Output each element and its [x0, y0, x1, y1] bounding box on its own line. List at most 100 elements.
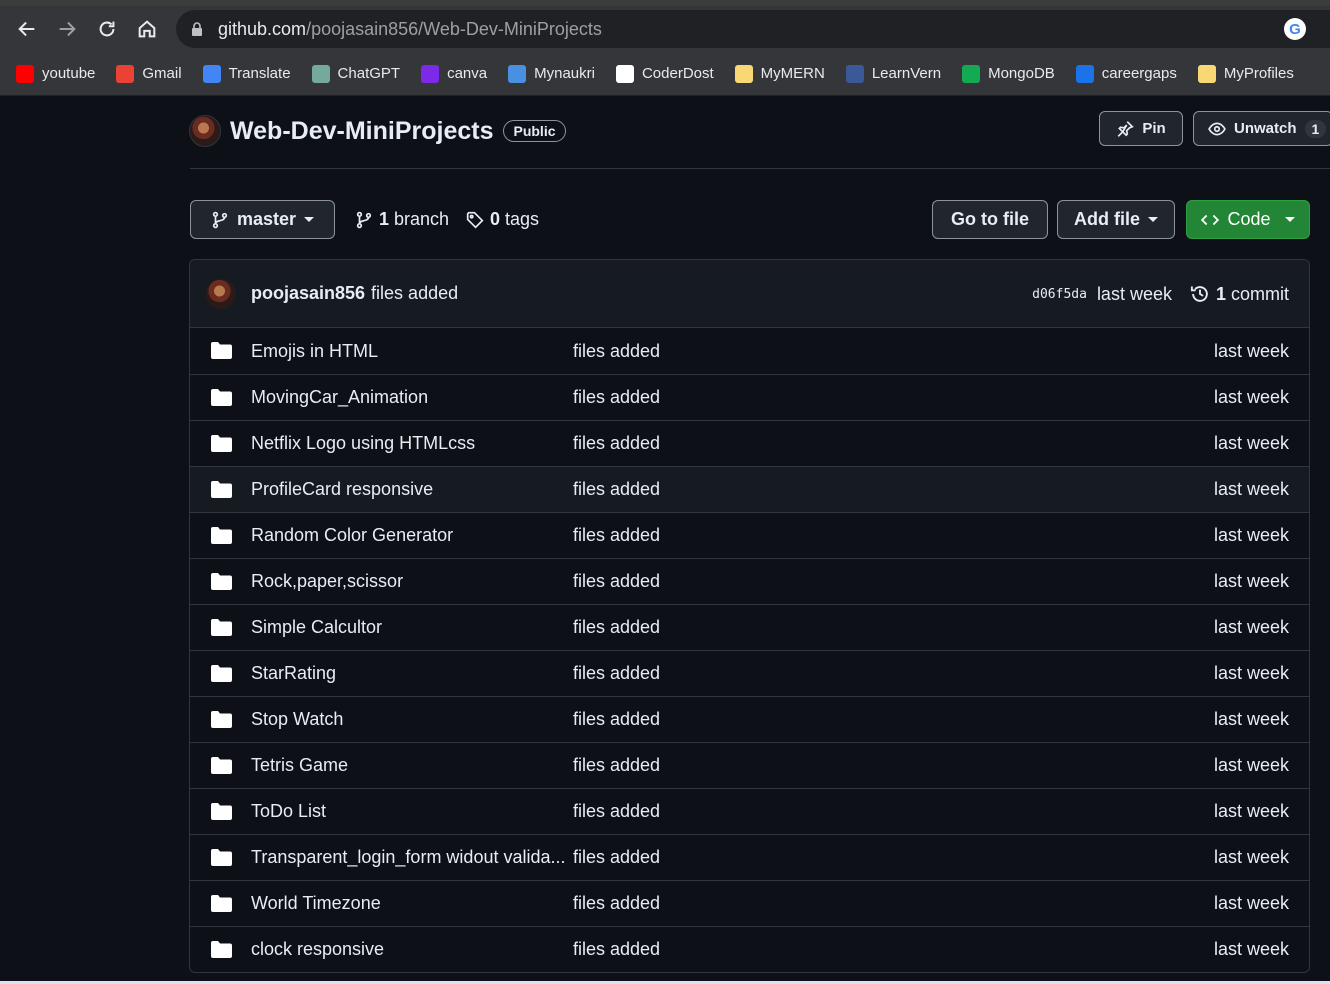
folder-icon [211, 941, 232, 958]
folder-icon [211, 342, 232, 359]
file-name[interactable]: Netflix Logo using HTMLcss [251, 433, 475, 454]
table-row[interactable]: StarRating files added last week [190, 650, 1309, 696]
address-bar[interactable]: github.com/poojasain856/Web-Dev-MiniProj… [176, 10, 1330, 48]
file-name[interactable]: StarRating [251, 663, 336, 684]
bookmark-canva[interactable]: canva [421, 64, 487, 83]
file-commit-message[interactable]: files added [573, 525, 660, 546]
table-row[interactable]: MovingCar_Animation files added last week [190, 374, 1309, 420]
file-name[interactable]: MovingCar_Animation [251, 387, 428, 408]
commit-sha[interactable]: d06f5da [1032, 287, 1087, 302]
reload-icon [99, 21, 115, 37]
google-icon[interactable]: G [1284, 18, 1306, 40]
go-to-file-button[interactable]: Go to file [932, 200, 1048, 239]
bookmark-myprofiles[interactable]: MyProfiles [1197, 64, 1294, 83]
avatar[interactable] [189, 115, 221, 147]
commit-history-link[interactable]: 1 commit [1190, 284, 1289, 305]
canva-icon [421, 64, 440, 83]
file-commit-message[interactable]: files added [573, 479, 660, 500]
branch-label: branch [394, 209, 450, 229]
file-commit-message[interactable]: files added [573, 801, 660, 822]
file-commit-message[interactable]: files added [573, 341, 660, 362]
header-divider [190, 168, 1330, 169]
table-row[interactable]: World Timezone files added last week [190, 880, 1309, 926]
unwatch-button[interactable]: Unwatch 1 [1193, 111, 1330, 146]
bookmark-label: MyMERN [760, 65, 825, 82]
file-name[interactable]: Simple Calcultor [251, 617, 382, 638]
table-row[interactable]: Tetris Game files added last week [190, 742, 1309, 788]
branches-link[interactable]: 1 branch [355, 200, 449, 239]
avatar[interactable] [206, 278, 236, 309]
file-name[interactable]: Stop Watch [251, 709, 343, 730]
bookmark-youtube[interactable]: youtube [16, 64, 96, 83]
file-name[interactable]: clock responsive [251, 939, 384, 960]
pin-button[interactable]: Pin [1099, 111, 1183, 146]
file-commit-message[interactable]: files added [573, 571, 660, 592]
home-icon [138, 20, 156, 38]
bookmark-chatgpt[interactable]: ChatGPT [311, 64, 400, 83]
bookmark-label: youtube [42, 65, 96, 82]
back-button[interactable] [12, 14, 42, 44]
reload-button[interactable] [92, 14, 122, 44]
table-row[interactable]: Rock,paper,scissor files added last week [190, 558, 1309, 604]
branch-select-button[interactable]: master [190, 200, 335, 239]
bookmark-careergaps[interactable]: careergaps [1075, 64, 1177, 83]
file-commit-message[interactable]: files added [573, 433, 660, 454]
naukri-icon [508, 64, 527, 83]
file-name[interactable]: World Timezone [251, 893, 381, 914]
lock-icon [192, 22, 202, 36]
commit-message[interactable]: files added [371, 283, 458, 304]
latest-commit-bar: poojasain856 files added d06f5da last we… [190, 260, 1309, 328]
file-name[interactable]: Tetris Game [251, 755, 348, 776]
bookmark-learnvern[interactable]: LearnVern [845, 64, 942, 83]
file-commit-message[interactable]: files added [573, 617, 660, 638]
table-row[interactable]: Simple Calcultor files added last week [190, 604, 1309, 650]
file-name[interactable]: Rock,paper,scissor [251, 571, 403, 592]
table-row[interactable]: Random Color Generator files added last we… [190, 512, 1309, 558]
file-commit-message[interactable]: files added [573, 939, 660, 960]
forward-button[interactable] [52, 14, 82, 44]
file-commit-message[interactable]: files added [573, 893, 660, 914]
bookmark-gmail[interactable]: Gmail [116, 64, 182, 83]
table-row[interactable]: Transparent_login_form widout valida... f… [190, 834, 1309, 880]
file-age: last week [1213, 755, 1289, 775]
code-button[interactable]: Code [1186, 200, 1310, 239]
careergaps-icon [1075, 64, 1094, 83]
github-repo-page: Web-Dev-MiniProjects Public Pin Unwatch … [0, 97, 1330, 984]
chevron-down-icon [304, 217, 315, 222]
table-row[interactable]: Emojis in HTML files added last week [190, 328, 1309, 374]
bookmark-mongodb[interactable]: MongoDB [962, 64, 1055, 83]
chatgpt-icon [311, 64, 330, 83]
bookmark-label: LearnVern [871, 65, 942, 82]
chevron-down-icon [1284, 217, 1295, 222]
file-name[interactable]: ToDo List [251, 801, 326, 822]
table-row[interactable]: Stop Watch files added last week [190, 696, 1309, 742]
translate-icon [202, 64, 221, 83]
table-row[interactable]: Netflix Logo using HTMLcss files added las… [190, 420, 1309, 466]
bookmark-translate[interactable]: Translate [202, 64, 291, 83]
file-age: last week [1213, 939, 1289, 959]
tags-link[interactable]: 0 tags [466, 200, 539, 239]
file-name[interactable]: ProfileCard responsive [251, 479, 433, 500]
file-commit-message[interactable]: files added [573, 755, 660, 776]
file-commit-message[interactable]: files added [573, 663, 660, 684]
file-commit-message[interactable]: files added [573, 709, 660, 730]
bookmark-mymern[interactable]: MyMERN [734, 64, 825, 83]
file-name[interactable]: Random Color Generator [251, 525, 453, 546]
repo-title[interactable]: Web-Dev-MiniProjects [230, 117, 493, 146]
file-name[interactable]: Emojis in HTML [251, 341, 378, 362]
bookmark-mynaukri[interactable]: Mynaukri [508, 64, 595, 83]
file-age: last week [1213, 387, 1289, 407]
folder-icon [211, 619, 232, 636]
file-name[interactable]: Transparent_login_form widout valida... [251, 847, 566, 868]
add-file-button[interactable]: Add file [1057, 200, 1175, 239]
home-button[interactable] [132, 14, 162, 44]
table-row[interactable]: ProfileCard responsive files added last we… [190, 466, 1309, 512]
commit-author[interactable]: poojasain856 [251, 283, 365, 304]
bookmark-label: MyProfiles [1223, 65, 1294, 82]
table-row[interactable]: ToDo List files added last week [190, 788, 1309, 834]
file-commit-message[interactable]: files added [573, 387, 660, 408]
table-row[interactable]: clock responsive files added last week [190, 926, 1309, 972]
bookmark-coderdost[interactable]: CoderDost [615, 64, 714, 83]
coderdost-icon [615, 64, 634, 83]
file-commit-message[interactable]: files added [573, 847, 660, 868]
